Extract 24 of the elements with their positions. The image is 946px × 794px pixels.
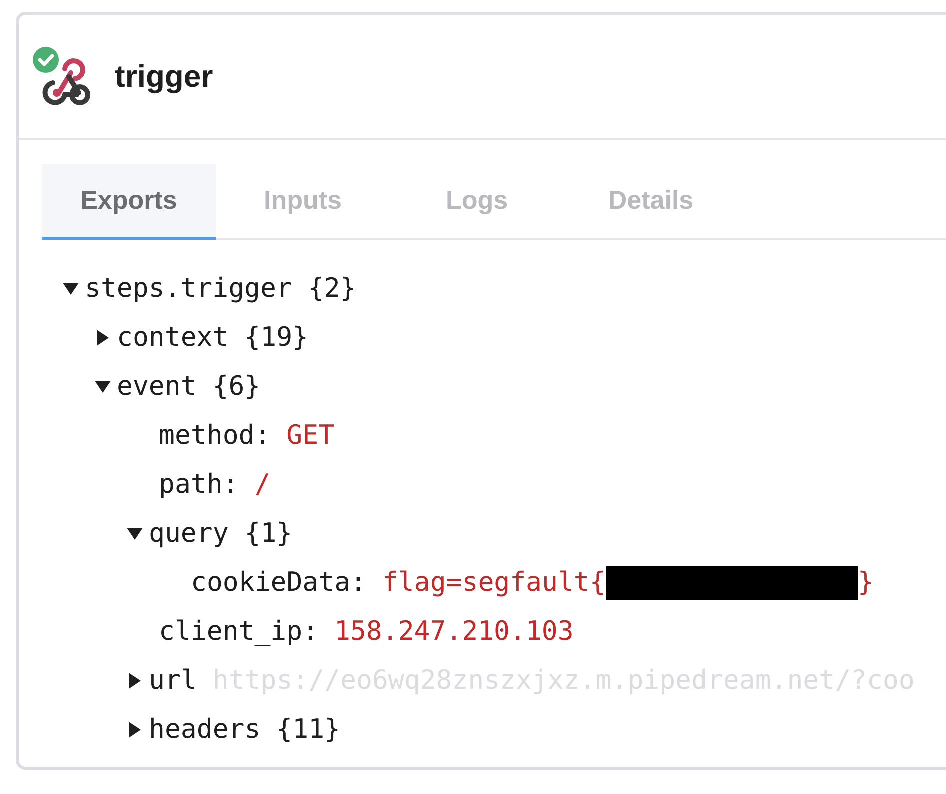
- expanded-triangle-icon[interactable]: [95, 378, 111, 394]
- expanded-triangle-icon[interactable]: [63, 280, 79, 296]
- tree-node-label[interactable]: url: [149, 665, 197, 696]
- property-value: flag=segfault{: [382, 567, 606, 598]
- collapsed-triangle-icon[interactable]: [127, 672, 143, 688]
- property-value: }: [858, 567, 874, 598]
- property-value: 158.247.210.103: [334, 616, 574, 647]
- step-title: trigger: [115, 58, 214, 94]
- tree-node-label[interactable]: event {6}: [117, 371, 261, 402]
- property-key: client_ip:: [159, 616, 319, 647]
- property-key: path:: [159, 469, 239, 500]
- tree-node-label[interactable]: headers {11}: [149, 714, 340, 745]
- tree-node-label[interactable]: steps.trigger {2}: [85, 273, 356, 304]
- collapsed-triangle-icon[interactable]: [95, 330, 111, 346]
- property-key: method:: [159, 420, 271, 451]
- tree-node-label[interactable]: query {1}: [149, 518, 293, 549]
- tree-node-label[interactable]: context {19}: [117, 322, 308, 353]
- property-value: /: [254, 469, 271, 500]
- expanded-triangle-icon[interactable]: [127, 526, 143, 542]
- collapsed-triangle-icon[interactable]: [127, 722, 143, 738]
- property-value: GET: [286, 420, 335, 451]
- tab[interactable]: Exports: [42, 164, 216, 240]
- property-key: cookieData:: [191, 567, 366, 598]
- webhook-icon: [42, 58, 90, 105]
